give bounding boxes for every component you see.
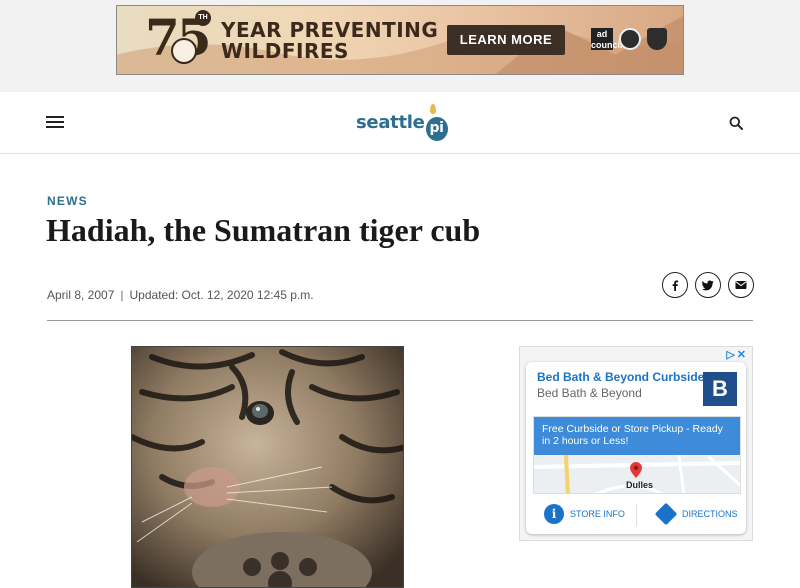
header-divider [47,320,753,321]
learn-more-button[interactable]: LEARN MORE [447,25,565,55]
share-twitter-button[interactable] [695,272,721,298]
share-facebook-button[interactable] [662,272,688,298]
ad-actions-divider [636,504,637,526]
logo-pi-badge: pi [425,117,448,141]
info-icon: i [544,504,564,524]
directions-label: DIRECTIONS [682,509,738,519]
ad-choices-icon[interactable]: ▷✕ [726,348,748,361]
tiger-cub-image [132,347,403,587]
hamburger-menu-icon[interactable] [46,116,64,130]
banner-anniversary-suffix: TH [195,10,211,26]
forestry-seal-icon [619,28,641,50]
updated-date: Updated: Oct. 12, 2020 12:45 p.m. [129,288,314,302]
ad-title[interactable]: Bed Bath & Beyond Curbside [537,370,704,384]
facebook-icon [672,280,678,291]
banner-headline-line2: WILDFIRES [221,39,349,63]
tiger-cub-photo[interactable] [131,346,404,588]
ad-subtitle: Bed Bath & Beyond [537,386,642,400]
logo-wordmark: seattle [356,112,425,133]
search-icon[interactable] [729,116,743,130]
published-date: April 8, 2007 [47,288,115,302]
article-title: Hadiah, the Sumatran tiger cub [46,212,481,248]
banner-headline-line1: YEAR PREVENTING [221,18,439,42]
section-kicker[interactable]: NEWS [47,194,88,208]
directions-button[interactable]: DIRECTIONS [654,502,738,526]
bed-bath-beyond-ad-card[interactable]: Bed Bath & Beyond Curbside Bed Bath & Be… [526,362,746,534]
store-info-label: STORE INFO [570,509,625,519]
ad-offer-banner[interactable]: Free Curbside or Store Pickup - Ready in… [534,417,740,455]
smokey-bear-ad-banner[interactable]: 75 TH YEAR PREVENTING WILDFIRES LEARN MO… [116,5,684,75]
banner-sponsor-logos: ad council [591,28,667,50]
top-ad-region: 75 TH YEAR PREVENTING WILDFIRES LEARN MO… [0,0,800,92]
bed-bath-beyond-logo[interactable]: B [703,372,737,406]
banner-headline: YEAR PREVENTING WILDFIRES [221,20,438,62]
email-icon [735,281,747,289]
side-ad-container: ▷✕ Bed Bath & Beyond Curbside Bed Bath &… [519,346,753,541]
share-email-button[interactable] [728,272,754,298]
store-info-button[interactable]: i STORE INFO [544,504,625,524]
site-header: seattle pi [0,92,800,154]
ad-map[interactable]: Free Curbside or Store Pickup - Ready in… [533,416,741,494]
ad-council-logo: ad council [591,28,623,50]
ad-actions: i STORE INFO DIRECTIONS [526,500,746,530]
smokey-bear-badge-icon [171,38,197,64]
forest-service-shield-icon [647,28,667,50]
map-location-label: Dulles [626,480,654,490]
logo-flame-icon [430,104,436,114]
directions-icon [654,502,678,526]
map-pin-icon [630,462,642,478]
dateline-separator: | [120,288,124,302]
twitter-icon [702,280,714,291]
seattlepi-logo[interactable]: seattle pi [356,104,448,141]
article-dateline: April 8, 2007 | Updated: Oct. 12, 2020 12:… [47,288,314,302]
